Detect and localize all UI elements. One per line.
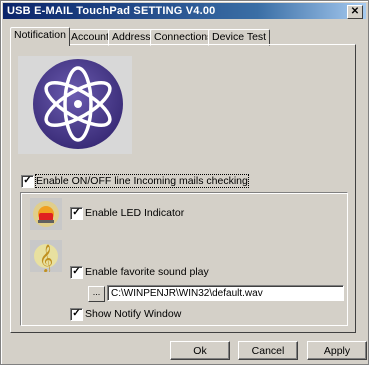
svg-text:𝄞: 𝄞 (39, 244, 53, 272)
music-note-icon: 𝄞 (30, 240, 62, 273)
apply-button[interactable]: Apply (307, 341, 367, 360)
led-checkbox[interactable]: ✓ (70, 207, 83, 220)
close-button[interactable]: ✕ (347, 5, 363, 19)
enable-checking-checkbox[interactable]: ✓ (21, 175, 34, 188)
sound-label[interactable]: Enable favorite sound play (85, 266, 209, 278)
browse-sound-button[interactable]: ... (88, 286, 105, 302)
ok-button[interactable]: Ok (170, 341, 230, 360)
notify-window-label[interactable]: Show Notify Window (85, 308, 181, 320)
sound-checkbox[interactable]: ✓ (70, 266, 83, 279)
window-title: USB E-MAIL TouchPad SETTING V4.00 (7, 5, 216, 17)
cancel-button[interactable]: Cancel (238, 341, 298, 360)
sound-path-field[interactable]: C:\WINPENJR\WIN32\default.wav (107, 285, 344, 301)
apply-label: Apply (323, 345, 351, 357)
close-icon: ✕ (350, 6, 360, 17)
notify-window-checkbox[interactable]: ✓ (70, 308, 83, 321)
enable-checking-label[interactable]: Enable ON/OFF line Incoming mails checki… (35, 174, 249, 188)
tab-notification[interactable]: Notification (10, 27, 70, 46)
title-bar[interactable]: USB E-MAIL TouchPad SETTING V4.00 ✕ (3, 3, 366, 19)
led-indicator-icon (30, 198, 62, 230)
cancel-label: Cancel (251, 345, 285, 357)
ok-label: Ok (193, 345, 207, 357)
atom-logo-icon (18, 56, 132, 154)
led-label[interactable]: Enable LED Indicator (85, 207, 184, 219)
